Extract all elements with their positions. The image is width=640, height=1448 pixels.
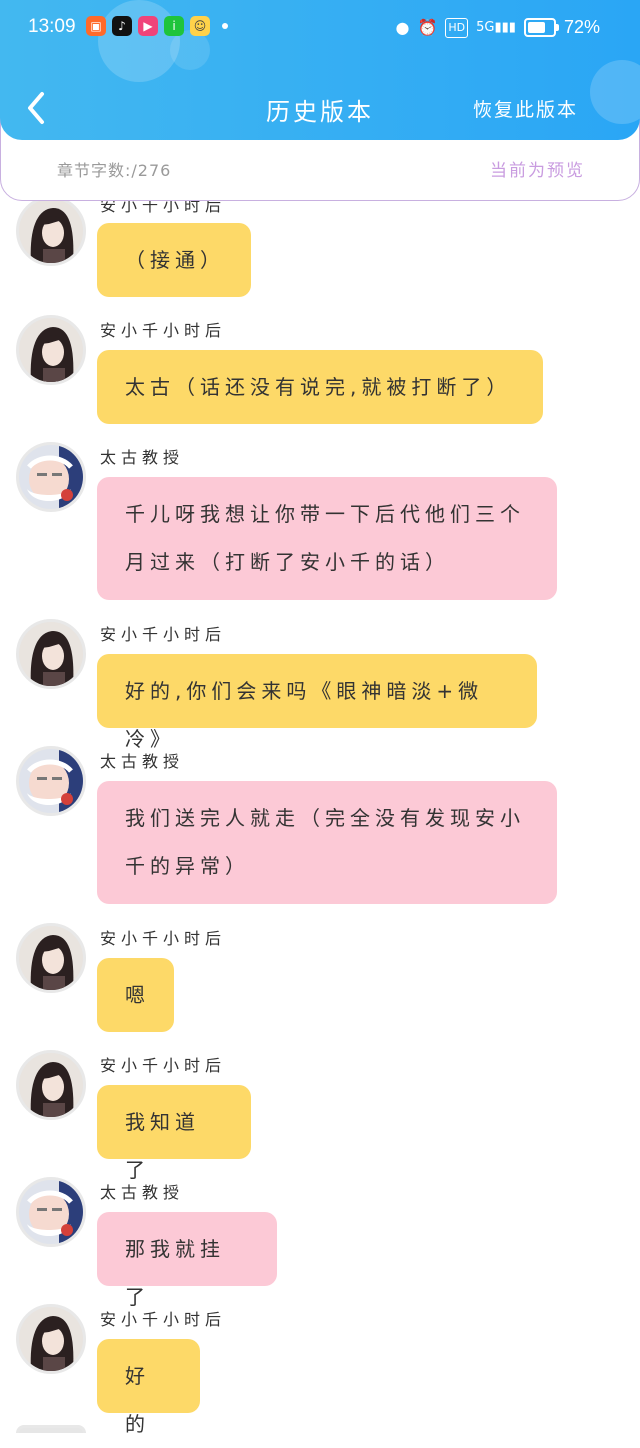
network-type: 5G xyxy=(476,19,495,35)
shop-app-icon: ▣ xyxy=(86,16,106,36)
nav-bar: 历史版本 恢复此版本 xyxy=(0,78,640,138)
more-notifications-icon xyxy=(222,23,228,29)
alarm-icon: ⏰ xyxy=(417,17,438,37)
chat-app-icon: ☺ xyxy=(190,16,210,36)
notification-icons: ▣ ♪ ▶ i ☺ xyxy=(86,16,228,36)
avatar-an[interactable] xyxy=(16,1050,86,1120)
system-status: ● ⏰ HD 5G▮▮▮ 72% xyxy=(395,17,600,38)
preview-status: 当前为预览 xyxy=(490,161,585,181)
sender-name: 太古教授 xyxy=(100,448,185,467)
avatar-an[interactable] xyxy=(16,315,86,385)
avatar-partial xyxy=(16,1425,86,1433)
sender-name: 太古教授 xyxy=(100,1183,185,1202)
message-bubble: 千儿呀我想让你带一下后代他们三个月过来（打断了安小千的话） xyxy=(97,477,557,600)
iqiyi-app-icon: i xyxy=(164,16,184,36)
drop-icon: ● xyxy=(395,17,410,37)
battery-icon xyxy=(523,18,559,37)
sender-name: 安小千小时后 xyxy=(100,1310,227,1329)
message-bubble: 太古（话还没有说完,就被打断了） xyxy=(97,350,543,424)
avatar-taigu[interactable] xyxy=(16,1177,86,1247)
sender-name: 安小千小时后 xyxy=(100,1056,227,1075)
sender-name: 安小千小时后 xyxy=(100,929,227,948)
battery-fill xyxy=(527,22,545,33)
avatar-an[interactable] xyxy=(16,196,86,266)
hd-icon: HD xyxy=(445,17,469,38)
message-bubble: （接通） xyxy=(97,223,251,297)
header: 13:09 ▣ ♪ ▶ i ☺ ● ⏰ HD 5G▮▮▮ 72% 历史版本 恢复… xyxy=(0,0,640,140)
sender-name: 安小千小时后 xyxy=(100,321,227,340)
avatar-an[interactable] xyxy=(16,923,86,993)
avatar-taigu[interactable] xyxy=(16,442,86,512)
message-bubble: 我知道了 xyxy=(97,1085,251,1182)
message-bubble: 我们送完人就走（完全没有发现安小千的异常） xyxy=(97,781,557,904)
chat-list[interactable]: 安小千小时后 （接通） 安小千小时后 太古（话还没有说完,就被打断了） 太古教授… xyxy=(0,0,640,1436)
message-bubble: 嗯 xyxy=(97,958,174,1032)
message-bubble: 那我就挂了 xyxy=(97,1212,277,1309)
message-bubble: 好的,你们会来吗《眼神暗淡+微冷》 xyxy=(97,654,537,751)
video-app-icon: ▶ xyxy=(138,16,158,36)
message-bubble: 好的 xyxy=(97,1339,200,1436)
status-bar: 13:09 ▣ ♪ ▶ i ☺ ● ⏰ HD 5G▮▮▮ 72% xyxy=(0,0,640,56)
sender-name: 安小千小时后 xyxy=(100,625,227,644)
status-time: 13:09 xyxy=(28,16,76,37)
avatar-an[interactable] xyxy=(16,1304,86,1374)
battery-percent: 72% xyxy=(563,17,600,37)
tiktok-app-icon: ♪ xyxy=(112,16,132,36)
avatar-an[interactable] xyxy=(16,619,86,689)
avatar-taigu[interactable] xyxy=(16,746,86,816)
word-count: 章节字数:/276 xyxy=(57,161,172,180)
restore-version-button[interactable]: 恢复此版本 xyxy=(473,95,578,122)
sender-name: 太古教授 xyxy=(100,752,185,771)
signal-icon: 5G▮▮▮ xyxy=(476,19,516,35)
